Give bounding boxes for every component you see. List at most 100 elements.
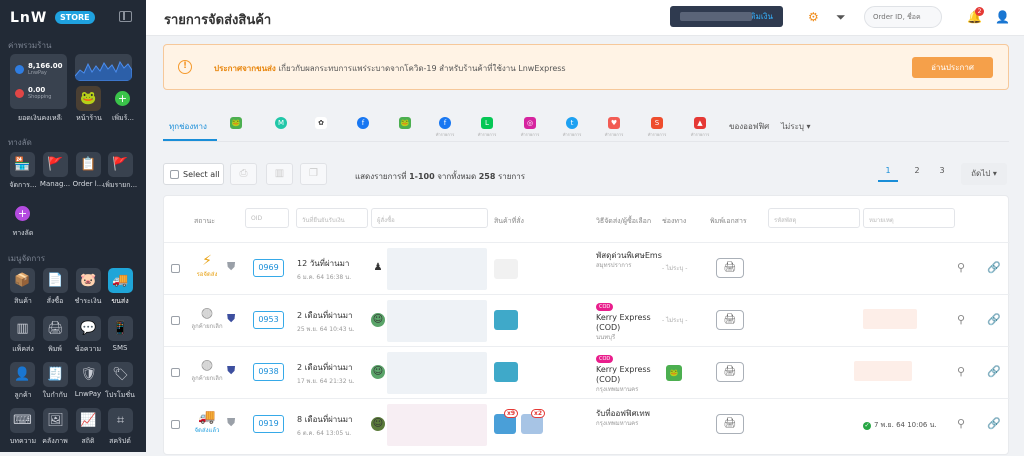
tab-offline[interactable]: ของออฟฟิศ <box>729 120 769 133</box>
shop-avatar-icon: 🐸 <box>80 91 97 106</box>
gear-icon[interactable]: ⚙ <box>808 10 819 24</box>
logo[interactable]: LnW <box>10 10 47 26</box>
select-all-label: Select all <box>183 169 220 179</box>
menu-script[interactable]: ⌗ <box>108 408 133 433</box>
shop-tile[interactable]: 🐸 <box>76 86 101 111</box>
shortcut-1[interactable]: 🏪 <box>10 152 35 177</box>
page-2[interactable]: 2 <box>907 166 927 175</box>
next-page-button[interactable]: ถัดไป ▾ <box>961 163 1007 185</box>
order-id-button[interactable]: 0919 <box>253 415 284 433</box>
tab-line-icon[interactable]: L <box>481 117 493 129</box>
table-row[interactable]: ⚡ รอจัดส่ง ⛊ 0969 12 วันที่ผ่านมา 6 ม.ค. 6… <box>164 242 1010 294</box>
print-document-button[interactable]: 🖨 <box>716 414 744 434</box>
menu-customers[interactable]: 👤 <box>10 362 35 387</box>
product-thumbnail[interactable] <box>494 310 518 330</box>
copy-button[interactable]: ❐ <box>300 163 327 185</box>
order-id-button[interactable]: 0969 <box>253 259 284 277</box>
print-document-button[interactable]: 🖨 <box>716 362 744 382</box>
balance-card[interactable]: 8,166.00 LnwPay 0.00 Shopping <box>10 54 67 109</box>
page-3[interactable]: 3 <box>932 166 952 175</box>
print-document-button[interactable]: 🖨 <box>716 310 744 330</box>
filter-note[interactable]: หมายเหตุ <box>863 208 955 228</box>
link-icon[interactable]: 🔗 <box>987 365 1001 378</box>
search-icon[interactable]: ⚲ <box>957 261 965 274</box>
add-shortcut[interactable]: + <box>10 201 35 226</box>
tab-facebook2-icon[interactable]: f <box>439 117 451 129</box>
filter-icon[interactable]: ⏷ <box>836 10 846 25</box>
shortcut-3[interactable]: 📋 <box>76 152 101 177</box>
user-icon[interactable]: 👤 <box>995 10 1010 24</box>
link-icon[interactable]: 🔗 <box>987 261 1001 274</box>
tab-multicolor-icon[interactable]: ✿ <box>315 117 327 129</box>
menu-orders[interactable]: 📄 <box>43 268 68 293</box>
shipping-name: รับที่ออฟฟิศเทพ <box>596 409 650 418</box>
sales-graph-card[interactable] <box>75 54 132 81</box>
menu-articles[interactable]: ⌨ <box>10 408 35 433</box>
tab-twitter-icon[interactable]: t <box>566 117 578 129</box>
filter-oid[interactable]: OID <box>245 208 289 228</box>
row-checkbox[interactable] <box>171 264 180 273</box>
menu-lnwpay[interactable]: 🛡 <box>76 362 101 387</box>
shortcut-4[interactable]: 🚩 <box>108 152 133 177</box>
menu-promotion[interactable]: 🏷 <box>108 362 133 387</box>
barcode-button[interactable]: ▥ <box>266 163 293 185</box>
filter-date[interactable]: วันที่ยืนยันรับเงิน <box>296 208 368 228</box>
row-checkbox[interactable] <box>171 420 180 429</box>
tab-unspecified[interactable]: ไม่ระบุ ▾ <box>781 120 811 133</box>
print-button[interactable]: ⎙ <box>230 163 257 185</box>
row-checkbox[interactable] <box>171 316 180 325</box>
menu-packing[interactable]: ▥ <box>10 316 35 341</box>
print-document-button[interactable]: 🖨 <box>716 258 744 278</box>
table-row[interactable]: 🚚 จัดส่งแล้ว ⛊ 0919 8 เดือนที่ผ่านมา 6 ต.ค… <box>164 398 1010 456</box>
link-icon[interactable]: 🔗 <box>987 313 1001 326</box>
search-icon[interactable]: ⚲ <box>957 417 965 430</box>
select-all-checkbox[interactable] <box>170 169 179 179</box>
menu-print[interactable]: 🖨 <box>43 316 68 341</box>
tab-instagram-icon[interactable]: ◎ <box>524 117 536 129</box>
relative-time: 8 เดือนที่ผ่านมา <box>297 415 353 424</box>
tab-heart-icon[interactable]: ♥ <box>608 117 620 129</box>
col-product[interactable]: สินค้าที่สั่ง <box>494 216 524 227</box>
order-id-button[interactable]: 0938 <box>253 363 284 381</box>
product-thumbnail[interactable] <box>494 259 518 279</box>
sales-sparkline <box>75 60 132 81</box>
search-input[interactable] <box>864 6 942 28</box>
quantity-badge: x2 <box>531 409 546 418</box>
sidebar-collapse-icon[interactable] <box>119 11 132 22</box>
page-1[interactable]: 1 <box>878 166 898 182</box>
tab-all-channels[interactable]: ทุกช่องทาง <box>169 120 207 133</box>
menu-stats[interactable]: 📈 <box>76 408 101 433</box>
filter-buyer[interactable]: ผู้สั่งซื้อ <box>371 208 488 228</box>
link-icon[interactable]: 🔗 <box>987 417 1001 430</box>
select-all-button[interactable]: Select all <box>163 163 224 185</box>
menu-invoice[interactable]: 🧾 <box>43 362 68 387</box>
announcement-highlight: ประกาศจากขนส่ง <box>214 64 276 73</box>
add-shop-tile[interactable]: + <box>110 86 135 111</box>
topup-button[interactable]: แจ้งเติมเงิน <box>670 6 783 27</box>
filter-tracking[interactable]: รหัสพัสดุ <box>768 208 860 228</box>
tab-shopee-icon[interactable]: S <box>651 117 663 129</box>
info-icon: ! <box>178 60 192 74</box>
search-icon[interactable]: ⚲ <box>957 365 965 378</box>
menu-gallery[interactable]: 🖼 <box>43 408 68 433</box>
read-announcement-button[interactable]: อ่านประกาศ <box>912 57 993 78</box>
tab-lnwmall-icon[interactable]: M <box>275 117 287 129</box>
tab-lazada-icon[interactable]: ▲ <box>694 117 706 129</box>
shipping-cod: (COD) <box>596 375 621 384</box>
menu-payment[interactable]: 🐷 <box>76 268 101 293</box>
menu-shipping[interactable]: 🚚 <box>108 268 133 293</box>
menu-messages[interactable]: 💬 <box>76 316 101 341</box>
row-checkbox[interactable] <box>171 368 180 377</box>
tab-lnw2-icon[interactable]: 🐸 <box>399 117 411 129</box>
order-time: 2 เดือนที่ผ่านมา 25 พ.ย. 64 10:43 น. <box>297 309 354 334</box>
product-thumbnail[interactable] <box>494 362 518 382</box>
search-icon[interactable]: ⚲ <box>957 313 965 326</box>
table-row[interactable]: ◍ ลูกค้ายกเลิก ⛊ 0938 2 เดือนที่ผ่านมา 17 … <box>164 346 1010 398</box>
shortcut-2[interactable]: 🚩 <box>43 152 68 177</box>
menu-sms[interactable]: 📱 <box>108 316 133 341</box>
order-id-button[interactable]: 0953 <box>253 311 284 329</box>
menu-products[interactable]: 📦 <box>10 268 35 293</box>
tab-lnw-icon[interactable]: 🐸 <box>230 117 242 129</box>
tab-facebook-icon[interactable]: f <box>357 117 369 129</box>
table-row[interactable]: ◍ ลูกค้ายกเลิก ⛊ 0953 2 เดือนที่ผ่านมา 25 … <box>164 294 1010 346</box>
